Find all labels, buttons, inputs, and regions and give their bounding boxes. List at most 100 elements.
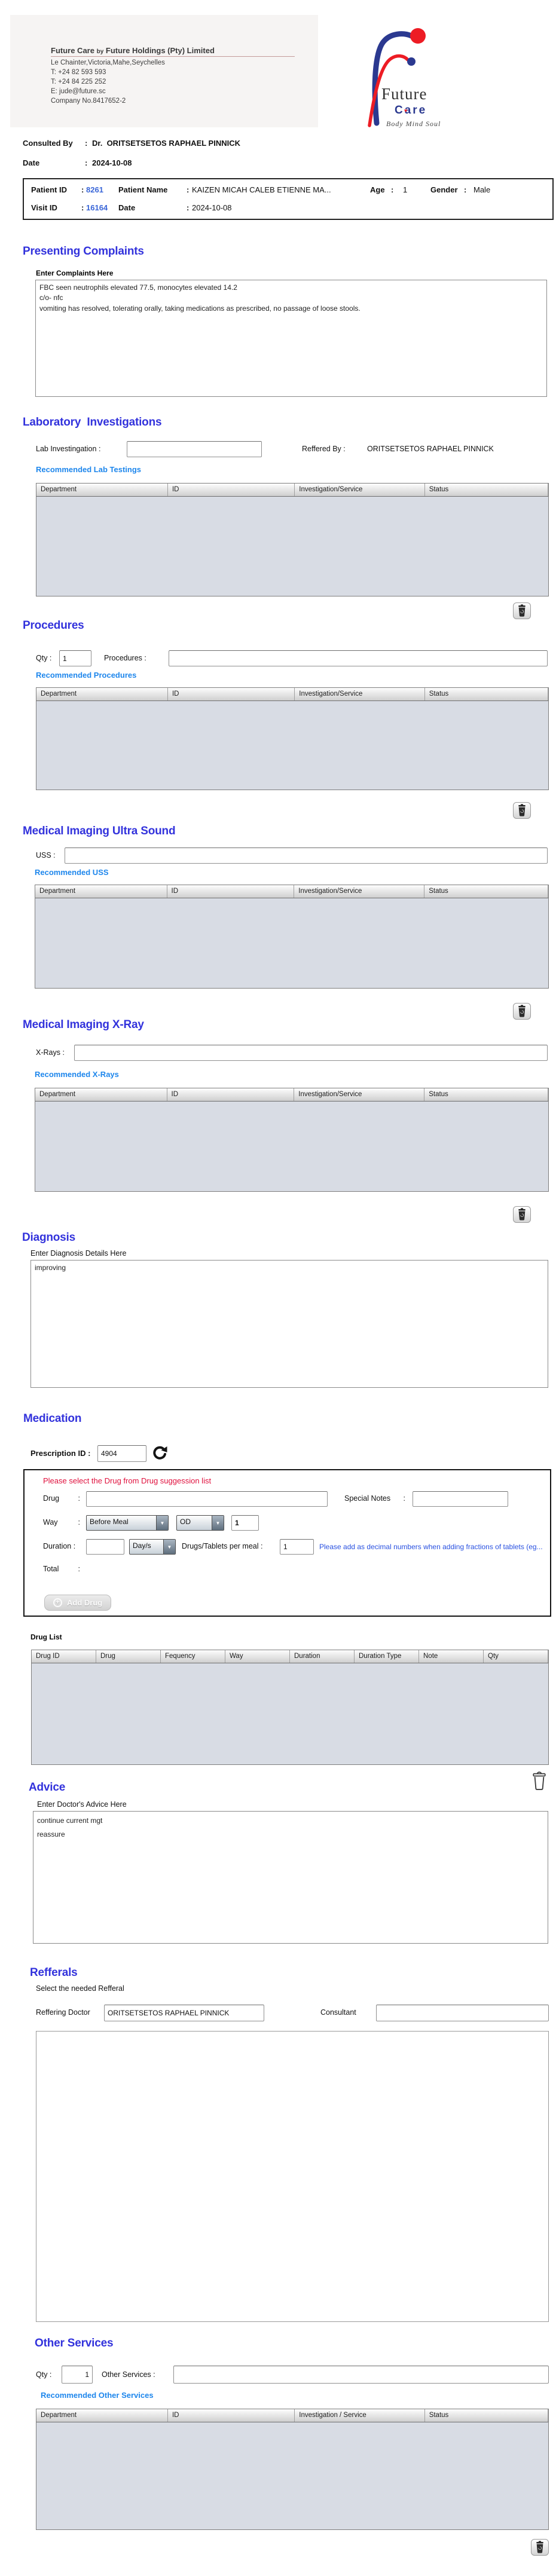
refferal-list-box[interactable] bbox=[36, 2031, 549, 2322]
drug-input[interactable] bbox=[86, 1491, 328, 1507]
other-services-delete-button[interactable] bbox=[531, 2539, 549, 2556]
lab-investigation-input[interactable] bbox=[127, 441, 262, 457]
consult-date-label: Date bbox=[23, 158, 39, 167]
lab-heading: Laboratory Investigations bbox=[23, 416, 161, 429]
patient-name-label: Patient Name bbox=[118, 185, 167, 194]
lab-delete-button[interactable] bbox=[513, 602, 531, 619]
age-value: 1 bbox=[403, 185, 407, 194]
advice-delete-button[interactable] bbox=[531, 1770, 548, 1792]
recommended-lab-testings-link[interactable]: Recommended Lab Testings bbox=[36, 465, 141, 474]
procedures-input-label: Procedures : bbox=[104, 654, 146, 662]
uss-delete-button[interactable] bbox=[513, 1003, 531, 1020]
plus-circle-icon: + bbox=[53, 1598, 62, 1607]
special-notes-word: Special Notes bbox=[344, 1494, 390, 1503]
recommended-procedures-link[interactable]: Recommended Procedures bbox=[36, 671, 136, 680]
frequency-value: OD bbox=[177, 1516, 212, 1530]
column-header: Investigation/Service bbox=[295, 688, 424, 700]
company-email: E: jude@future.sc bbox=[51, 88, 314, 95]
logo-word-care: Care bbox=[395, 104, 427, 117]
prescription-id-label: Prescription ID : bbox=[30, 1449, 90, 1458]
column-header: Status bbox=[424, 885, 548, 898]
column-header: Way bbox=[225, 1650, 290, 1663]
consulted-by-colon: : bbox=[85, 139, 87, 148]
procedures-table-header: DepartmentIDInvestigation/ServiceStatus bbox=[36, 688, 548, 701]
drug-list-table-body[interactable] bbox=[32, 1663, 548, 1765]
drug-entry-panel: Please select the Drug from Drug suggess… bbox=[23, 1469, 551, 1617]
chevron-down-icon: ▼ bbox=[163, 1540, 175, 1554]
drug-list-table-header: Drug IDDrugFequencyWayDurationDuration T… bbox=[32, 1650, 548, 1663]
per-meal-label: Drugs/Tablets per meal : bbox=[182, 1542, 262, 1550]
procedures-table-body[interactable] bbox=[36, 701, 548, 790]
procedures-qty-input[interactable] bbox=[59, 650, 91, 666]
column-header: Duration bbox=[290, 1650, 355, 1663]
other-services-table-body[interactable] bbox=[36, 2422, 548, 2530]
logo-heart-icon: ♥ bbox=[404, 108, 407, 114]
recommended-other-services-link[interactable]: Recommended Other Services bbox=[41, 2391, 154, 2400]
gender-label: Gender bbox=[430, 185, 458, 194]
other-qty-input[interactable] bbox=[62, 2366, 93, 2384]
drug-list-table: Drug IDDrugFequencyWayDurationDuration T… bbox=[31, 1650, 549, 1765]
other-qty-label: Qty : bbox=[36, 2370, 51, 2379]
special-notes-colon: : bbox=[404, 1494, 405, 1503]
visit-date-value: 2024-10-08 bbox=[192, 203, 232, 212]
procedures-input[interactable] bbox=[169, 650, 548, 666]
duration-unit-select[interactable]: Day/s ▼ bbox=[129, 1539, 176, 1555]
xray-table: DepartmentIDInvestigation/ServiceStatus bbox=[35, 1088, 549, 1192]
consulted-by-label: Consulted By bbox=[23, 139, 73, 148]
column-header: Note bbox=[419, 1650, 484, 1663]
uss-input[interactable] bbox=[65, 848, 548, 864]
visit-id-value: 16164 bbox=[86, 203, 108, 212]
reffered-by-label: Reffered By : bbox=[302, 445, 346, 453]
column-header: Department bbox=[35, 1088, 167, 1101]
xray-delete-button[interactable] bbox=[513, 1206, 531, 1223]
prescription-id-input[interactable] bbox=[97, 1445, 146, 1462]
refferals-sub-label: Select the needed Refferal bbox=[36, 1984, 124, 1993]
procedures-delete-button[interactable] bbox=[513, 802, 531, 819]
duration-unit-value: Day/s bbox=[130, 1540, 163, 1554]
reffering-doctor-input[interactable] bbox=[104, 2005, 264, 2021]
way-qty-input[interactable] bbox=[231, 1515, 259, 1531]
add-drug-label: Add Drug bbox=[67, 1598, 102, 1607]
patient-row-1: Patient ID : 8261 Patient Name : KAIZEN … bbox=[24, 185, 552, 197]
way-label-colon: : bbox=[78, 1518, 80, 1526]
trash-icon bbox=[517, 804, 527, 817]
frequency-select[interactable]: OD ▼ bbox=[176, 1515, 224, 1531]
way-label-word: Way bbox=[43, 1518, 58, 1526]
company-title-rest: Future Holdings (Pty) Limited bbox=[106, 46, 215, 55]
recommended-xray-link[interactable]: Recommended X-Rays bbox=[35, 1070, 119, 1079]
consultant-input[interactable] bbox=[376, 2005, 549, 2021]
consulted-by-value: Dr. ORITSETSETOS RAPHAEL PINNICK bbox=[92, 139, 240, 148]
add-drug-button[interactable]: + Add Drug bbox=[44, 1595, 111, 1611]
column-header: Status bbox=[424, 1088, 548, 1101]
duration-input[interactable] bbox=[86, 1539, 124, 1555]
column-header: Investigation / Service bbox=[295, 2409, 424, 2422]
recommended-uss-link[interactable]: Recommended USS bbox=[35, 868, 109, 877]
column-header: Department bbox=[36, 484, 168, 496]
special-notes-input[interactable] bbox=[413, 1491, 508, 1507]
other-services-input[interactable] bbox=[173, 2366, 549, 2384]
total-label-word: Total bbox=[43, 1565, 59, 1573]
per-meal-input[interactable] bbox=[280, 1539, 314, 1555]
patient-row-2: Visit ID : 16164 Date : 2024-10-08 bbox=[24, 203, 552, 215]
company-header-panel: Future Care by Future Holdings (Pty) Lim… bbox=[10, 15, 318, 127]
refresh-prescription-button[interactable] bbox=[151, 1445, 169, 1463]
total-label-colon: : bbox=[78, 1565, 80, 1573]
reffered-by-value: ORITSETSETOS RAPHAEL PINNICK bbox=[367, 445, 494, 453]
lab-table: DepartmentIDInvestigation/ServiceStatus bbox=[36, 483, 549, 596]
company-address: Le Chainter,Victoria,Mahe,Seychelles bbox=[51, 59, 314, 66]
visit-date-colon: : bbox=[187, 203, 189, 212]
uss-table-body[interactable] bbox=[35, 898, 548, 989]
column-header: ID bbox=[168, 688, 295, 700]
diagnosis-textarea[interactable]: improving bbox=[30, 1260, 548, 1388]
xray-input[interactable] bbox=[74, 1045, 548, 1061]
xray-table-body[interactable] bbox=[35, 1102, 548, 1192]
advice-textarea[interactable]: continue current mgt reassure bbox=[33, 1811, 548, 1944]
logo-tagline: Body Mind Soul bbox=[386, 120, 441, 129]
column-header: Department bbox=[35, 885, 167, 898]
complaints-textarea[interactable]: FBC seen neutrophils elevated 77.5, mono… bbox=[35, 280, 547, 397]
lab-table-body[interactable] bbox=[36, 497, 548, 596]
column-header: Department bbox=[36, 688, 168, 700]
meal-timing-select[interactable]: Before Meal ▼ bbox=[86, 1515, 169, 1531]
procedures-table: DepartmentIDInvestigation/ServiceStatus bbox=[36, 687, 549, 790]
column-header: Status bbox=[425, 688, 548, 700]
